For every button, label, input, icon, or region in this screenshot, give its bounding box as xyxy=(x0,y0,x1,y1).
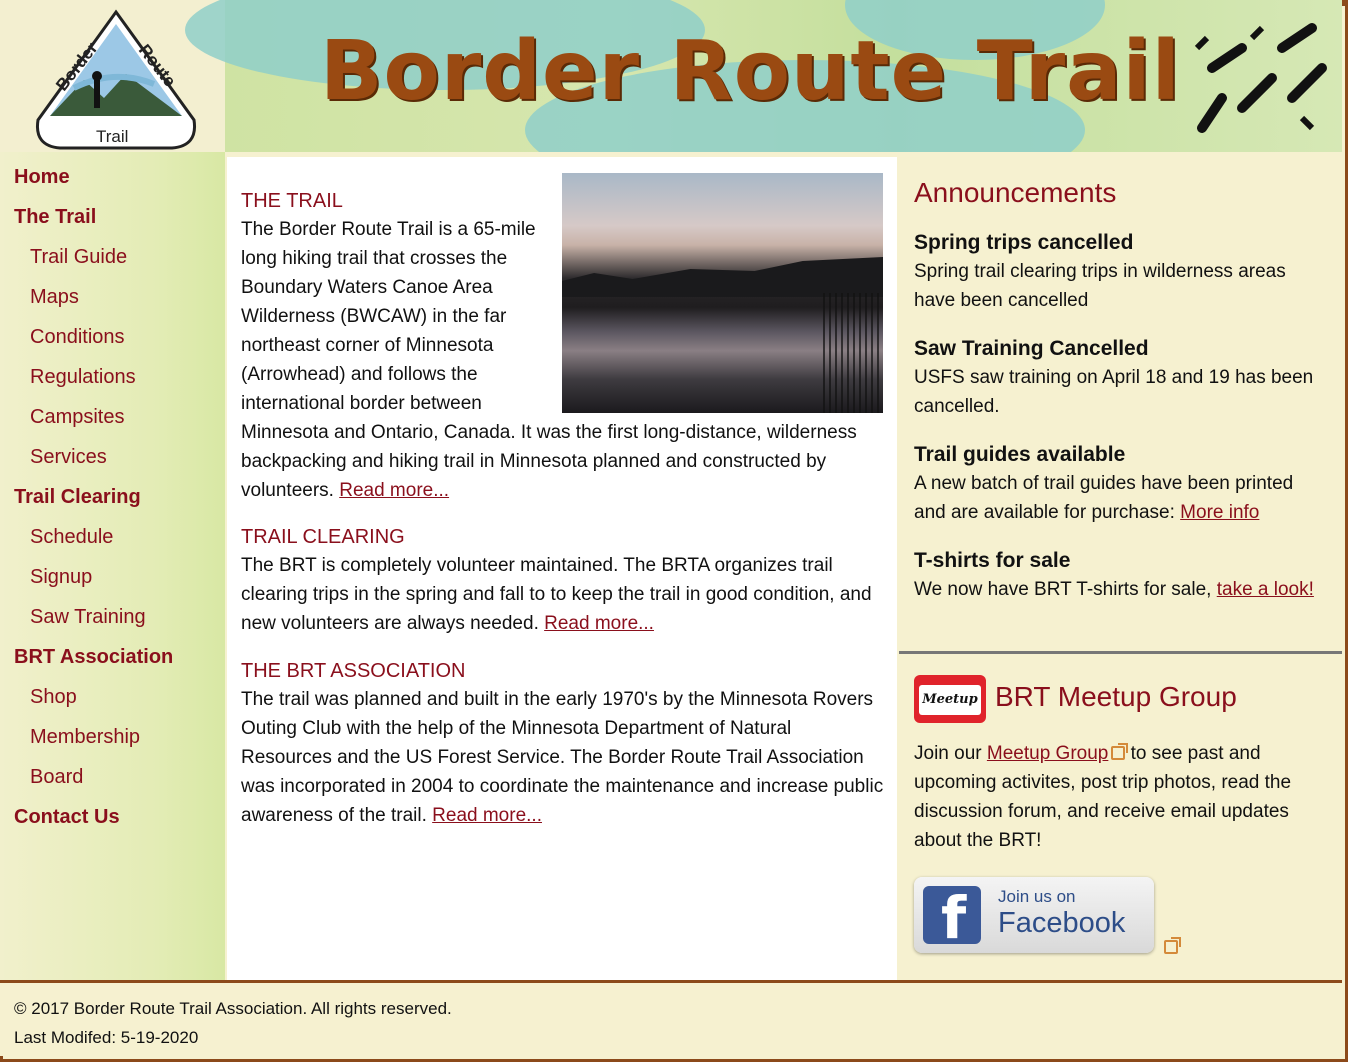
nav-schedule[interactable]: Schedule xyxy=(30,526,113,548)
section-title: TRAIL CLEARING xyxy=(241,526,405,548)
external-link-icon xyxy=(1164,937,1181,954)
nav-saw-training[interactable]: Saw Training xyxy=(30,606,146,628)
brt-logo[interactable]: Border Route Trail xyxy=(34,8,198,152)
nav-trail-guide[interactable]: Trail Guide xyxy=(30,246,127,268)
facebook-logo-letter: f xyxy=(941,884,967,952)
announcement-item: T-shirts for sale We now have BRT T-shir… xyxy=(914,547,1329,604)
sidebar-item: Maps xyxy=(14,282,173,322)
nav-signup[interactable]: Signup xyxy=(30,566,92,588)
sidebar-item: Trail Clearing xyxy=(14,482,173,522)
section-trail-clearing: TRAIL CLEARING The BRT is completely vol… xyxy=(241,523,886,638)
read-more-link[interactable]: Read more... xyxy=(339,480,449,501)
announcement-item: Trail guides available A new batch of tr… xyxy=(914,441,1329,527)
sidebar-item: Signup xyxy=(14,562,173,602)
sidebar-item: Schedule xyxy=(14,522,173,562)
sidebar-item: Trail Guide xyxy=(14,242,173,282)
header-topo-map: Border Route Trail xyxy=(185,0,1342,152)
sidebar-item: Membership xyxy=(14,722,173,762)
section-text: The Border Route Trail is a 65-mile long… xyxy=(241,215,886,505)
external-link-icon xyxy=(1111,743,1129,760)
nav-brt-association[interactable]: BRT Association xyxy=(14,646,173,668)
announcement-heading: Spring trips cancelled xyxy=(914,231,1134,254)
section-text: The BRT is completely volunteer maintain… xyxy=(241,551,886,638)
sidebar-item: Shop xyxy=(14,682,173,722)
last-modified-text: Last Modifed: 5-19-2020 xyxy=(14,1028,199,1047)
section-divider xyxy=(899,651,1342,654)
right-column: Announcements Spring trips cancelled Spr… xyxy=(899,157,1342,980)
meetup-description: Join our Meetup Group to see past and up… xyxy=(914,739,1334,855)
nav-regulations[interactable]: Regulations xyxy=(30,366,136,388)
map-symbols-decoration xyxy=(1194,23,1327,133)
sidebar-item: Board xyxy=(14,762,173,802)
site-header: Border Route Trail Border Route Trail xyxy=(0,0,1342,152)
read-more-link[interactable]: Read more... xyxy=(544,613,654,634)
more-info-link[interactable]: More info xyxy=(1180,502,1259,523)
announcement-heading: Saw Training Cancelled xyxy=(914,337,1149,360)
nav-the-trail[interactable]: The Trail xyxy=(14,206,96,228)
meetup-text-before: Join our xyxy=(914,743,982,764)
nav-trail-clearing[interactable]: Trail Clearing xyxy=(14,486,141,508)
section-brt-association: THE BRT ASSOCIATION The trail was planne… xyxy=(241,657,886,830)
sidebar-item: Home xyxy=(14,162,173,202)
nav-shop[interactable]: Shop xyxy=(30,686,77,708)
sidebar-item: Conditions xyxy=(14,322,173,362)
announcements-title: Announcements xyxy=(914,177,1117,208)
section-title: THE BRT ASSOCIATION xyxy=(241,660,466,682)
copyright-text: © 2017 Border Route Trail Association. A… xyxy=(14,999,452,1018)
meetup-title: BRT Meetup Group xyxy=(995,681,1237,712)
meetup-group-link[interactable]: Meetup Group xyxy=(987,743,1108,764)
read-more-link[interactable]: Read more... xyxy=(432,805,542,826)
facebook-name-text: Facebook xyxy=(998,907,1126,939)
nav-maps[interactable]: Maps xyxy=(30,286,79,308)
sidebar: Home The Trail Trail Guide Maps Conditions Re… xyxy=(0,152,225,980)
sidebar-item: Contact Us xyxy=(14,802,173,842)
announcement-text-wrapper: We now have BRT T-shirts for sale, take … xyxy=(914,575,1329,604)
sidebar-item: Services xyxy=(14,442,173,482)
announcement-heading: T-shirts for sale xyxy=(914,549,1071,572)
site-footer: © 2017 Border Route Trail Association. A… xyxy=(0,980,1342,1056)
take-a-look-link[interactable]: take a look! xyxy=(1217,579,1314,600)
meetup-logo-text: Meetup xyxy=(919,685,981,715)
section-the-trail: THE TRAIL The Border Route Trail is a 65… xyxy=(241,187,886,505)
sidebar-nav: Home The Trail Trail Guide Maps Conditions Re… xyxy=(14,162,173,842)
nav-services[interactable]: Services xyxy=(30,446,107,468)
logo-word-trail: Trail xyxy=(96,127,128,146)
nav-home[interactable]: Home xyxy=(14,166,70,188)
sidebar-item: Regulations xyxy=(14,362,173,402)
sidebar-item: The Trail xyxy=(14,202,173,242)
nav-contact-us[interactable]: Contact Us xyxy=(14,806,120,828)
sidebar-item: BRT Association xyxy=(14,642,173,682)
announcement-item: Spring trips cancelled Spring trail clea… xyxy=(914,229,1329,315)
nav-board[interactable]: Board xyxy=(30,766,83,788)
announcement-item: Saw Training Cancelled USFS saw training… xyxy=(914,335,1329,421)
facebook-join-text: Join us on xyxy=(998,887,1076,906)
sidebar-item: Saw Training xyxy=(14,602,173,642)
section-title: THE TRAIL xyxy=(241,190,343,212)
facebook-icon: f xyxy=(923,884,981,952)
sidebar-item: Campsites xyxy=(14,402,173,442)
site-title: Border Route Trail xyxy=(320,24,1181,119)
nav-conditions[interactable]: Conditions xyxy=(30,326,125,348)
announcement-text-wrapper: A new batch of trail guides have been pr… xyxy=(914,469,1329,527)
section-body: The trail was planned and built in the e… xyxy=(241,689,884,826)
nav-campsites[interactable]: Campsites xyxy=(30,406,124,428)
main-content: THE TRAIL The Border Route Trail is a 65… xyxy=(227,157,897,980)
meetup-logo[interactable]: Meetup xyxy=(914,675,986,723)
facebook-button[interactable]: f Join us on Facebook xyxy=(914,877,1154,953)
announcement-text: We now have BRT T-shirts for sale, xyxy=(914,579,1212,600)
announcement-text: USFS saw training on April 18 and 19 has… xyxy=(914,367,1314,417)
nav-membership[interactable]: Membership xyxy=(30,726,140,748)
section-text: The trail was planned and built in the e… xyxy=(241,685,886,830)
announcement-heading: Trail guides available xyxy=(914,443,1126,466)
announcement-text: Spring trail clearing trips in wildernes… xyxy=(914,261,1286,311)
